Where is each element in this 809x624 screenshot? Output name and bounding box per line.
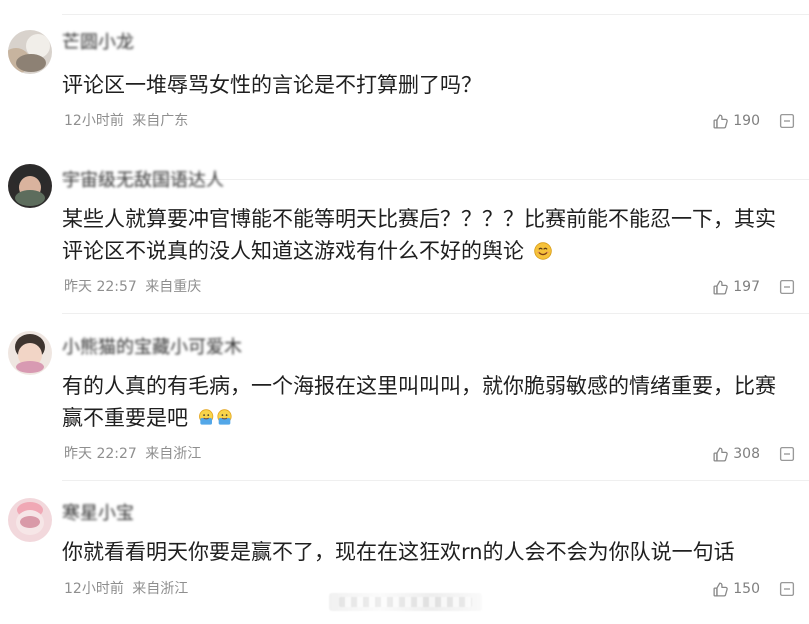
username[interactable]: 寒星小宝	[62, 503, 134, 525]
comment-location: 来自重庆	[145, 279, 202, 295]
comment-location: 来自广东	[132, 113, 189, 129]
comment-location: 来自浙江	[132, 581, 189, 597]
comment-text-body: 有的人真的有毛病，一个海报在这里叫叫叫，就你脆弱敏感的情绪重要，比赛赢不重要是吧	[62, 374, 776, 430]
more-dots-icon[interactable]	[778, 278, 796, 296]
more-dots-icon[interactable]	[778, 112, 796, 130]
comment-location: 来自浙江	[145, 446, 202, 462]
comment-text: 有的人真的有毛病，一个海报在这里叫叫叫，就你脆弱敏感的情绪重要，比赛赢不重要是吧	[62, 370, 791, 437]
comment-text: 某些人就算要冲官博能不能等明天比赛后？？？？比赛前能不能忍一下，其实评论区不说真…	[62, 203, 791, 270]
comment-item: 宇宙级无敌国语达人 某些人就算要冲官博能不能等明天比赛后？？？？比赛前能不能忍一…	[0, 164, 809, 314]
comment-text: 你就看看明天你要是赢不了，现在在这狂欢rn的人会不会为你队说一句话	[62, 540, 735, 564]
comment-time: 昨天 22:27	[64, 446, 137, 462]
username[interactable]: 芒圆小龙	[62, 32, 134, 54]
comment-meta: 12小时前 来自浙江	[64, 580, 188, 598]
like-count: 308	[733, 446, 760, 462]
like-button[interactable]: 150	[712, 580, 760, 598]
like-button[interactable]: 197	[712, 278, 760, 296]
comment-text-body: 某些人就算要冲官博能不能等明天比赛后？？？？比赛前能不能忍一下，其实评论区不说真…	[62, 207, 776, 263]
like-count: 190	[733, 113, 760, 129]
like-count: 150	[733, 581, 760, 597]
more-dots-icon[interactable]	[778, 445, 796, 463]
user-avatar[interactable]	[8, 164, 52, 208]
user-avatar[interactable]	[8, 498, 52, 542]
comment-item: 芒圆小龙 评论区一堆辱骂女性的言论是不打算删了吗？ 12小时前 来自广东 190	[0, 30, 809, 180]
thumb-up-icon	[712, 446, 729, 463]
top-divider	[62, 14, 809, 15]
comment-text: 评论区一堆辱骂女性的言论是不打算删了吗？	[62, 73, 482, 97]
comment-meta: 昨天 22:27 来自浙江	[64, 445, 201, 463]
user-avatar[interactable]	[8, 30, 52, 74]
comment-divider	[62, 480, 809, 481]
comment-divider	[62, 313, 809, 314]
like-button[interactable]: 308	[712, 445, 760, 463]
comment-time: 昨天 22:57	[64, 279, 137, 295]
comment-thread: 芒圆小龙 评论区一堆辱骂女性的言论是不打算删了吗？ 12小时前 来自广东 190	[0, 0, 809, 624]
comment-time: 12小时前	[64, 113, 124, 129]
like-count: 197	[733, 279, 760, 295]
more-dots-icon[interactable]	[778, 580, 796, 598]
thumb-up-icon	[712, 113, 729, 130]
like-button[interactable]: 190	[712, 112, 760, 130]
user-avatar[interactable]	[8, 331, 52, 375]
username[interactable]: 宇宙级无敌国语达人	[62, 170, 224, 192]
comment-meta: 昨天 22:57 来自重庆	[64, 278, 201, 296]
thumb-up-icon	[712, 279, 729, 296]
smile-emoji	[533, 238, 553, 270]
username[interactable]: 小熊猫的宝藏小可爱木	[62, 337, 242, 359]
thumb-up-icon	[712, 581, 729, 598]
comment-time: 12小时前	[64, 581, 124, 597]
yellow-faces-emoji	[197, 405, 237, 437]
comment-meta: 12小时前 来自广东	[64, 112, 188, 130]
blurred-load-more-bar[interactable]	[329, 593, 482, 611]
comment-item: 小熊猫的宝藏小可爱木 有的人真的有毛病，一个海报在这里叫叫叫，就你脆弱敏感的情绪…	[0, 331, 809, 481]
